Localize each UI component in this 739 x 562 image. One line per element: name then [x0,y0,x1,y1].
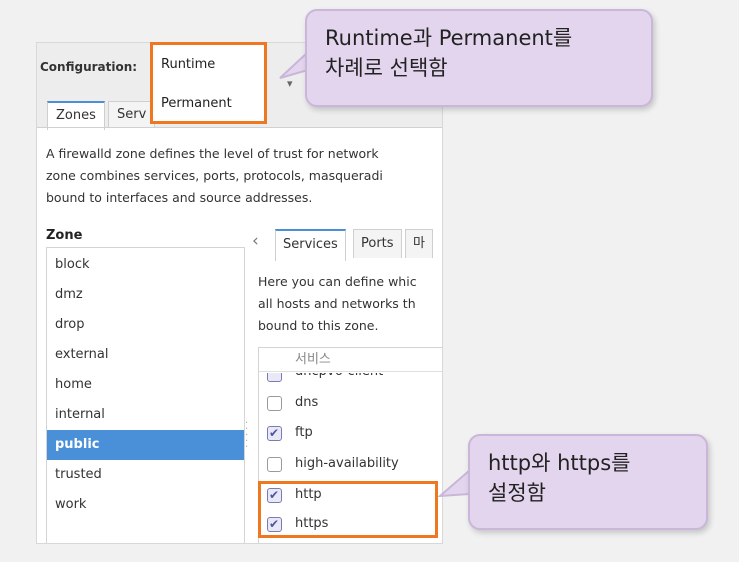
chevron-left-icon[interactable]: ‹ [252,231,259,251]
zone-list-title: Zone [46,228,83,243]
tab-services[interactable]: Serv [108,101,156,128]
services-column-header: 서비스 [259,348,442,372]
pane-resize-handle[interactable]: · · · · · [245,419,248,453]
tab-divider [37,127,442,128]
zone-item-external[interactable]: external [47,340,244,370]
callout-line: Runtime과 Permanent를 [325,26,573,50]
menu-item-permanent[interactable]: Permanent [161,96,232,111]
http-https-highlight [258,481,438,538]
callout-line: 설정함 [488,481,546,505]
service-name: ftp [295,425,313,440]
service-row-dhcpv6-client[interactable]: dhcpv6-client [259,373,442,387]
menu-item-runtime[interactable]: Runtime [161,57,215,72]
service-name: dhcpv6-client [295,373,383,379]
service-row-ftp[interactable]: ftp [259,418,442,448]
service-name: dns [295,395,319,410]
description-line: bound to interfaces and source addresses… [46,190,313,205]
service-row-dns[interactable]: dns [259,388,442,418]
zone-item-trusted[interactable]: trusted [47,460,244,490]
zone-item-work[interactable]: work [47,490,244,520]
zone-item-block[interactable]: block [47,250,244,280]
configuration-dropdown-menu: Runtime Permanent [150,42,267,124]
zone-list: block dmz drop external home internal pu… [46,247,245,543]
tab-masquerading[interactable]: 마 [405,229,433,258]
service-checkbox[interactable] [267,418,282,448]
service-checkbox[interactable] [267,373,282,382]
service-name: high-availability [295,456,399,471]
callout-tail [438,467,472,498]
zone-item-internal[interactable]: internal [47,400,244,430]
zone-item-drop[interactable]: drop [47,310,244,340]
services-description-line: Here you can define whic [258,274,417,289]
service-checkbox[interactable] [267,396,282,411]
description-line: A firewalld zone defines the level of tr… [46,146,379,161]
zone-item-public[interactable]: public [47,430,244,460]
services-description-line: bound to this zone. [258,318,379,333]
tab-zones[interactable]: Zones [47,101,105,130]
callout-line: 차례로 선택함 [325,56,448,80]
services-description: Here you can define whic all hosts and n… [258,271,442,337]
zone-description: A firewalld zone defines the level of tr… [46,143,442,209]
callout-line: http와 https를 [488,451,631,475]
zone-item-home[interactable]: home [47,370,244,400]
services-description-line: all hosts and networks th [258,296,416,311]
service-row-high-availability[interactable]: high-availability [259,449,442,479]
configuration-label: Configuration: [40,60,138,74]
tab-ports[interactable]: Ports [353,229,402,258]
tab-services-inner[interactable]: Services [275,229,346,261]
zone-item-dmz[interactable]: dmz [47,280,244,310]
service-checkbox[interactable] [267,457,282,472]
description-line: zone combines services, ports, protocols… [46,168,383,183]
callout-http-note: http와 https를 설정함 [468,434,708,530]
callout-config-note: Runtime과 Permanent를 차례로 선택함 [305,9,653,107]
